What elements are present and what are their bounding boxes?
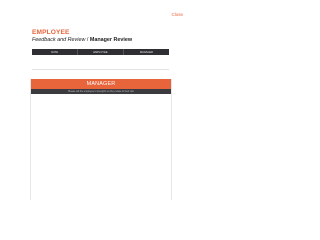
table-cell — [32, 55, 78, 70]
breadcrumb-feedback-review[interactable]: Feedback and Review — [32, 37, 85, 43]
table-row — [32, 55, 169, 70]
table-cell — [77, 55, 124, 70]
manager-panel-title: MANAGER — [31, 79, 171, 89]
review-table: DATE EMPLOYEE MANAGER — [32, 49, 169, 70]
manager-review-page: Close EMPLOYEE Feedback and Review / Man… — [0, 0, 200, 200]
table-cell — [123, 55, 169, 70]
manager-panel: MANAGER Please tell the employee's stren… — [30, 79, 172, 200]
manager-review-content[interactable] — [31, 94, 171, 200]
page-title: EMPLOYEE — [32, 29, 70, 36]
close-link[interactable]: Close — [171, 12, 183, 17]
breadcrumb-current: Manager Review — [89, 37, 133, 43]
page-subtitle: Feedback and Review / Manager Review — [32, 37, 132, 43]
